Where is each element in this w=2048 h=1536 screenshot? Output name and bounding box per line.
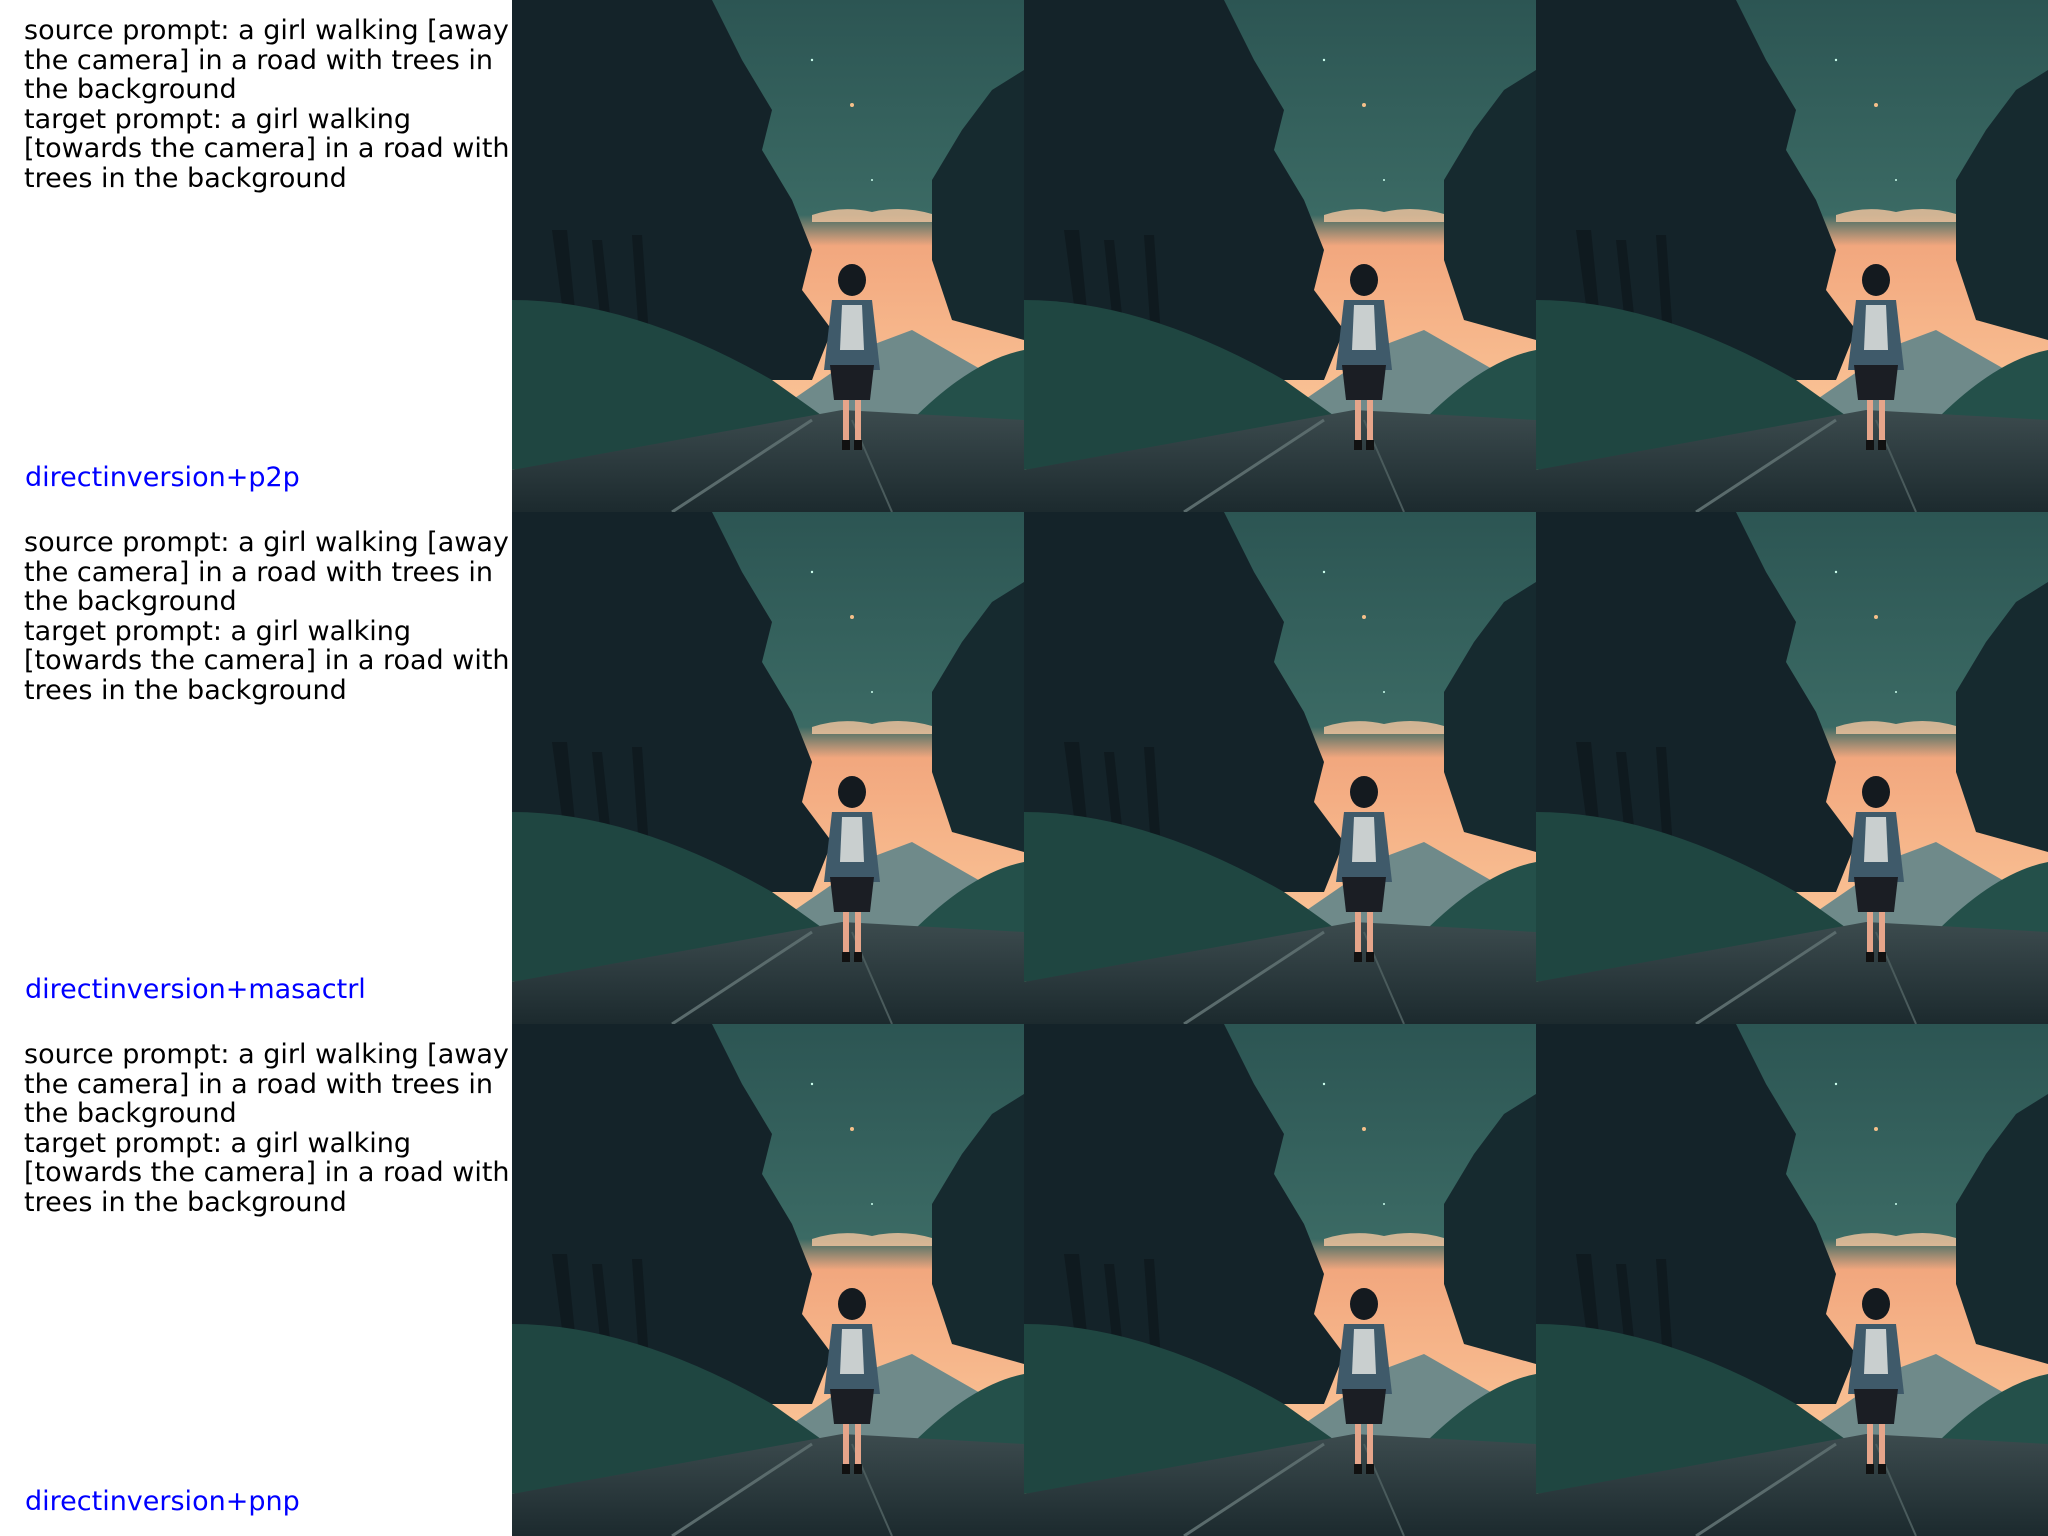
prompt-panel: source prompt: a girl walking [away the … <box>0 0 512 512</box>
prompt-text: source prompt: a girl walking [away the … <box>24 528 512 705</box>
target-prompt: target prompt: a girl walking [towards t… <box>24 103 510 194</box>
method-label: directinversion+p2p <box>25 462 300 493</box>
edited-image <box>1536 1024 2048 1536</box>
source-prompt: source prompt: a girl walking [away the … <box>24 1039 509 1129</box>
source-image <box>512 512 1024 1024</box>
prompt-text: source prompt: a girl walking [away the … <box>24 16 512 193</box>
source-image <box>512 1024 1024 1536</box>
edited-image <box>1536 0 2048 512</box>
reconstruction-image <box>1024 512 1536 1024</box>
target-prompt: target prompt: a girl walking [towards t… <box>24 1127 510 1218</box>
prompt-text: source prompt: a girl walking [away the … <box>24 1040 512 1217</box>
edited-image <box>1536 512 2048 1024</box>
result-row-masactrl: source prompt: a girl walking [away the … <box>0 512 2048 1024</box>
prompt-panel: source prompt: a girl walking [away the … <box>0 512 512 1024</box>
method-label: directinversion+pnp <box>25 1486 300 1517</box>
reconstruction-image <box>1024 1024 1536 1536</box>
result-row-pnp: source prompt: a girl walking [away the … <box>0 1024 2048 1536</box>
target-prompt: target prompt: a girl walking [towards t… <box>24 615 510 706</box>
source-prompt: source prompt: a girl walking [away the … <box>24 15 509 105</box>
source-image <box>512 0 1024 512</box>
source-prompt: source prompt: a girl walking [away the … <box>24 527 509 617</box>
result-row-p2p: source prompt: a girl walking [away the … <box>0 0 2048 512</box>
reconstruction-image <box>1024 0 1536 512</box>
prompt-panel: source prompt: a girl walking [away the … <box>0 1024 512 1536</box>
method-label: directinversion+masactrl <box>25 974 366 1005</box>
